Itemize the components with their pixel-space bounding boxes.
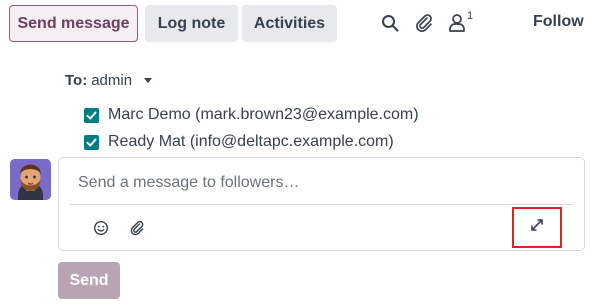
expand-icon: [529, 217, 545, 238]
send-message-tab[interactable]: Send message: [9, 5, 138, 42]
paperclip-icon[interactable]: [128, 219, 146, 237]
log-note-tab[interactable]: Log note: [145, 5, 238, 42]
expand-button[interactable]: [512, 207, 562, 248]
followers-count: 1: [467, 10, 474, 22]
send-button[interactable]: Send: [58, 262, 120, 299]
message-composer[interactable]: Send a message to followers…: [58, 157, 585, 251]
smiley-icon[interactable]: [92, 219, 110, 237]
recipient-selector[interactable]: To: admin: [65, 72, 153, 89]
user-icon[interactable]: [446, 12, 468, 34]
recipient-item[interactable]: Ready Mat (info@deltapc.example.com): [84, 133, 394, 151]
follow-button[interactable]: Follow: [533, 13, 584, 31]
checkbox-checked[interactable]: [84, 107, 99, 123]
checkbox-checked[interactable]: [84, 134, 99, 150]
activities-tab[interactable]: Activities: [242, 5, 337, 42]
recipient-label: Marc Demo (mark.brown23@example.com): [108, 106, 419, 123]
paperclip-icon[interactable]: [413, 12, 435, 34]
composer-divider: [69, 204, 574, 205]
to-label: To:: [65, 72, 88, 89]
caret-down-icon[interactable]: [144, 78, 153, 83]
recipient-item[interactable]: Marc Demo (mark.brown23@example.com): [84, 106, 419, 124]
message-input[interactable]: Send a message to followers…: [78, 174, 299, 192]
avatar: [10, 159, 51, 200]
search-icon[interactable]: [379, 12, 401, 34]
to-value: admin: [91, 72, 133, 89]
recipient-label: Ready Mat (info@deltapc.example.com): [108, 133, 394, 150]
